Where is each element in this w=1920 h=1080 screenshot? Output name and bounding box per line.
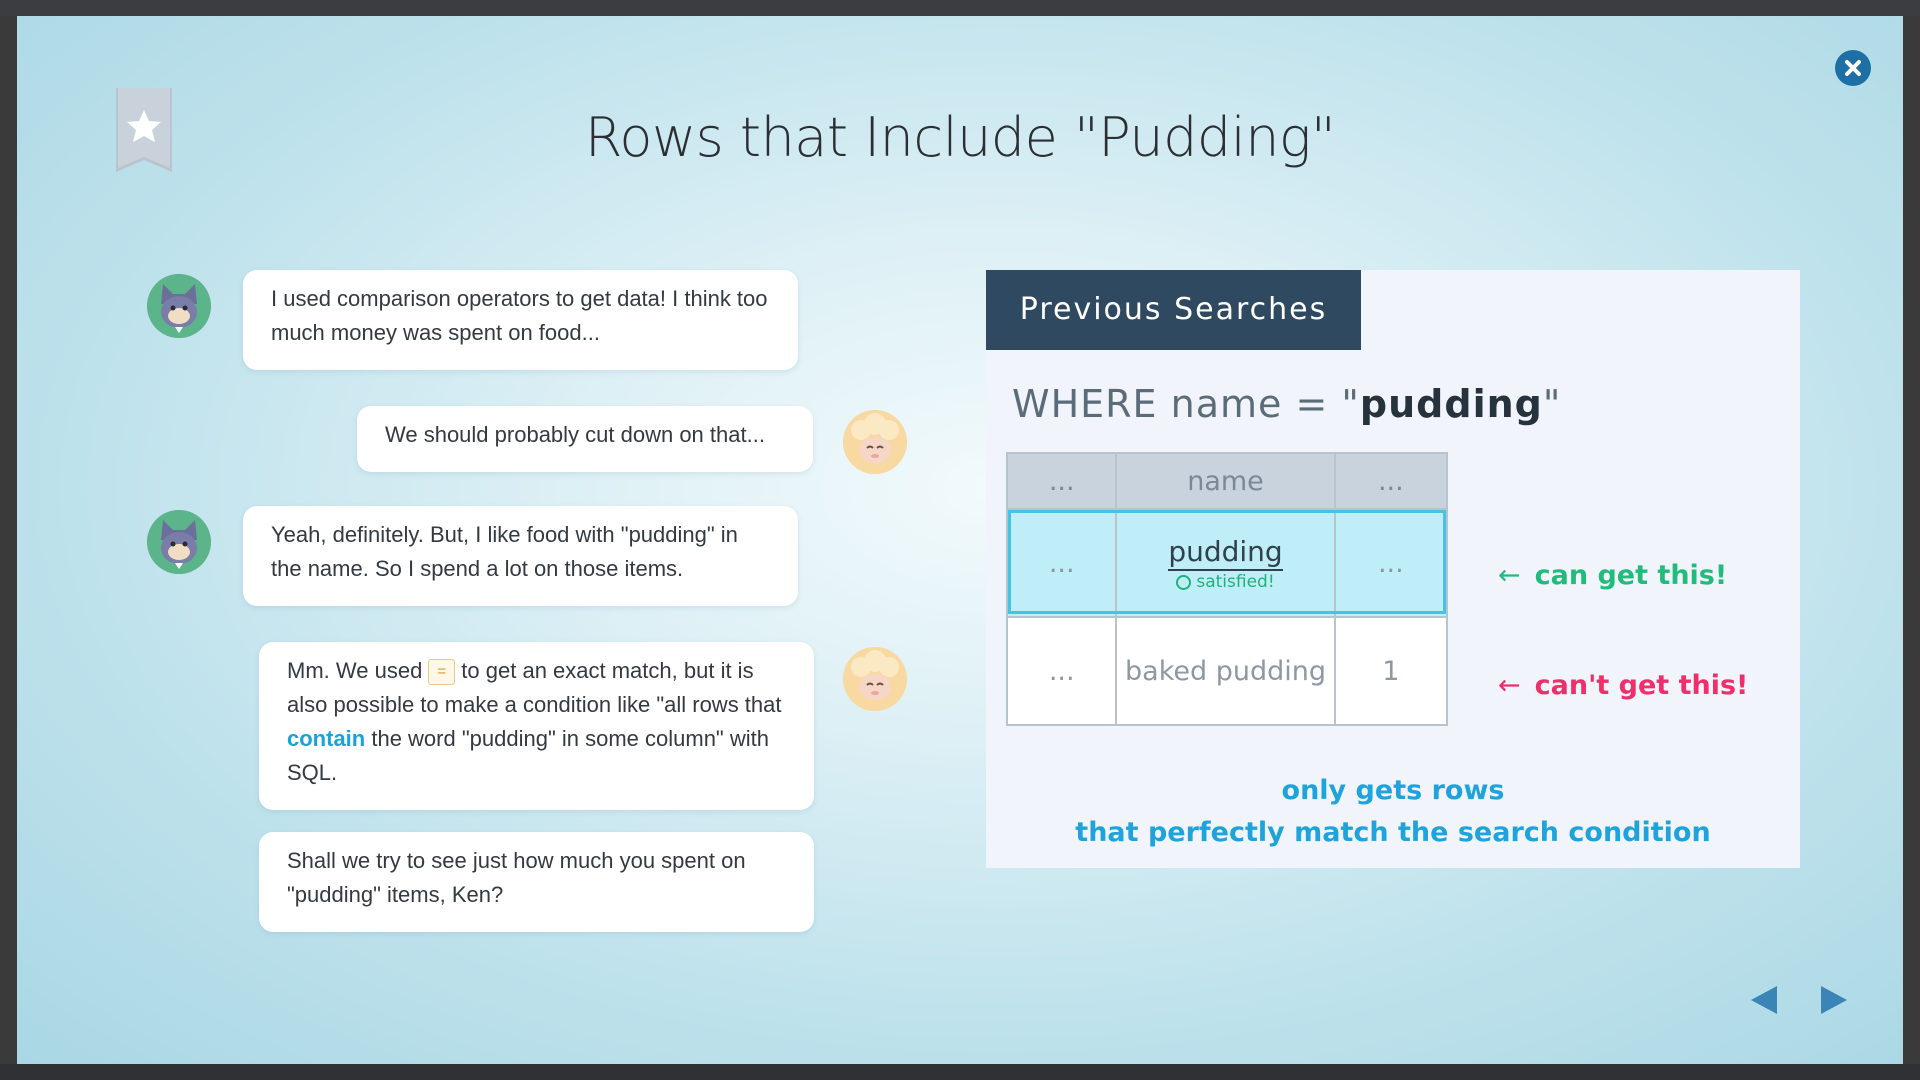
- close-button[interactable]: [1835, 50, 1871, 86]
- close-icon: [1845, 60, 1861, 76]
- table-cell-name: baked pudding: [1115, 616, 1336, 726]
- table-cell: ...: [1005, 616, 1118, 726]
- sql-query: WHERE name = "pudding": [1012, 382, 1561, 426]
- column-header: ...: [1333, 452, 1449, 510]
- note-line: only gets rows: [1281, 775, 1505, 806]
- matched-value: pudding: [1168, 534, 1283, 571]
- query-prefix: WHERE name = ": [1012, 382, 1360, 426]
- next-page-button[interactable]: [1821, 986, 1847, 1014]
- message-text: I used comparison operators to get data!…: [271, 286, 768, 345]
- cant-get-text: can't get this!: [1534, 670, 1749, 701]
- table-cell: ...: [1005, 508, 1118, 618]
- satisfied-badge: satisfied!: [1117, 572, 1333, 592]
- column-header: ...: [1005, 452, 1118, 510]
- column-header: name: [1115, 452, 1336, 510]
- message-text: We should probably cut down on that...: [385, 422, 765, 447]
- satisfied-text: satisfied!: [1196, 571, 1275, 592]
- message-text: Yeah, definitely. But, I like food with …: [271, 522, 738, 581]
- chat-bubble-4: Mm. We used = to get an exact match, but…: [259, 642, 814, 810]
- cant-get-label: ← can't get this!: [1498, 670, 1748, 701]
- note-line: that perfectly match the search conditio…: [1075, 817, 1711, 848]
- query-suffix: ": [1542, 382, 1562, 426]
- arrow-left-icon: ←: [1498, 670, 1521, 701]
- table-row-match: ... pudding satisfied! ...: [1005, 508, 1449, 618]
- backdrop-bottom: [0, 1064, 1920, 1080]
- keyword-highlight: contain: [287, 726, 366, 751]
- message-text-part: Mm. We used: [287, 658, 429, 683]
- sheep-avatar: [843, 410, 907, 474]
- cat-avatar: [147, 274, 211, 338]
- chat-bubble-1: I used comparison operators to get data!…: [243, 270, 798, 370]
- message-text: Shall we try to see just how much you sp…: [287, 848, 746, 907]
- example-table: ... name ... ... pudding satisfied! ... …: [1005, 452, 1449, 726]
- lesson-modal: Rows that Include "Pudding" I used compa…: [17, 16, 1903, 1064]
- arrow-left-icon: ←: [1498, 560, 1521, 591]
- sheep-avatar: [843, 647, 907, 711]
- table-cell: ...: [1333, 508, 1449, 618]
- chat-bubble-3: Yeah, definitely. But, I like food with …: [243, 506, 798, 606]
- table-cell-name: pudding satisfied!: [1115, 508, 1336, 618]
- explanation-note: only gets rows that perfectly match the …: [986, 770, 1800, 854]
- can-get-text: can get this!: [1534, 560, 1728, 591]
- can-get-label: ← can get this!: [1498, 560, 1727, 591]
- previous-page-button[interactable]: [1751, 986, 1777, 1014]
- backdrop-top: [0, 0, 1920, 16]
- page-title: Rows that Include "Pudding": [584, 106, 1336, 169]
- cat-avatar: [147, 510, 211, 574]
- operator-chip: =: [428, 659, 456, 685]
- panel-header: Previous Searches: [986, 270, 1361, 350]
- query-value: pudding: [1359, 382, 1543, 426]
- chat-bubble-2: We should probably cut down on that...: [357, 406, 813, 472]
- table-cell: 1: [1333, 616, 1449, 726]
- chat-bubble-5: Shall we try to see just how much you sp…: [259, 832, 814, 932]
- table-header-row: ... name ...: [1005, 452, 1449, 510]
- table-row-nonmatch: ... baked pudding 1: [1005, 616, 1449, 726]
- circle-check-icon: [1176, 574, 1192, 590]
- previous-searches-panel: Previous Searches WHERE name = "pudding"…: [986, 270, 1800, 868]
